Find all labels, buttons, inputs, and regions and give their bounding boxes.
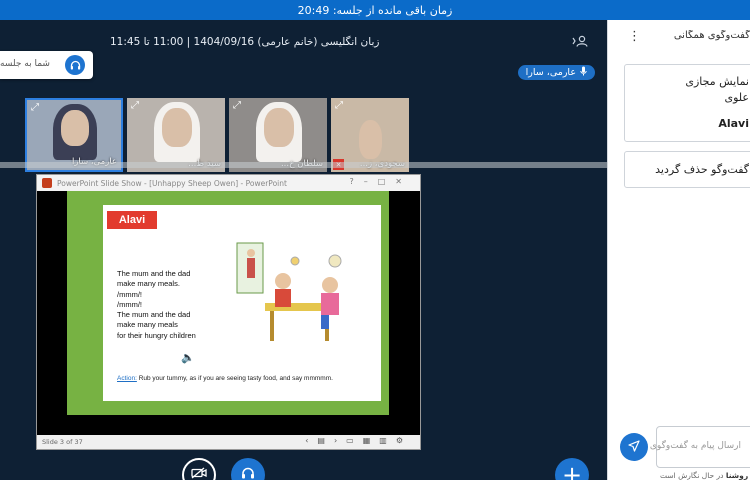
expand-icon[interactable]: ⤢ [131, 100, 139, 111]
slide-nav-controls[interactable]: ‹▤›▭▦▥⚙ [305, 436, 412, 445]
active-speaker-badge: عارمی، سارا [517, 65, 595, 80]
session-timer-text: زمان باقی مانده از جلسه: 20:49 [297, 3, 453, 17]
activity-label: Action: [117, 375, 137, 382]
chat-message: نمایش مجازی علوی Alavi [624, 64, 750, 142]
slide-border: Alavi The mum and the dad make many meal… [67, 191, 389, 415]
typing-text: در حال نگارش است [660, 471, 724, 480]
slide-counter: Slide 3 of 37 [42, 438, 83, 446]
participant-face [60, 109, 90, 147]
chat-message: گفت‌وگو حذف گردید [624, 151, 750, 188]
brand-logo: Alavi [107, 211, 157, 229]
send-icon [628, 439, 640, 455]
family-illustration [236, 242, 342, 341]
active-speaker-name: عارمی، سارا [525, 67, 576, 78]
session-title: زبان انگلیسی (خانم عارمی) 1404/09/16 | 1… [110, 36, 380, 48]
window-controls: ?–□✕ [349, 177, 412, 186]
typing-name: روشنا [725, 471, 749, 480]
slide-line: for their hungry children [117, 330, 196, 340]
slide-line: The mum and the dad [117, 310, 191, 320]
video-tile[interactable]: ⤢ سید ط... [127, 98, 225, 172]
video-tile[interactable]: ⤢ عارمی، سارا [25, 98, 123, 172]
message-line: Alavi [718, 117, 749, 130]
main-stage: زبان انگلیسی (خانم عارمی) 1404/09/16 | 1… [0, 20, 607, 480]
ppt-status-bar: Slide 3 of 37 ‹▤›▭▦▥⚙ [37, 435, 420, 449]
participant-face [359, 120, 383, 159]
slide-stage: Alavi The mum and the dad make many meal… [37, 191, 420, 435]
audio-button[interactable] [231, 458, 265, 480]
message-line: گفت‌وگو حذف گردید [655, 163, 749, 176]
send-button[interactable] [620, 433, 648, 461]
join-audio-toast[interactable]: شما به جلسه [0, 51, 93, 79]
session-timer-bar: زمان باقی مانده از جلسه: 20:49 [0, 0, 750, 20]
ppt-window-title: PowerPoint Slide Show - [Unhappy Sheep O… [57, 178, 287, 188]
message-line: علوی [724, 91, 750, 104]
actions-plus-button[interactable]: + [555, 458, 589, 480]
chat-panel: ⋮ گفت‌وگوی همگانی نمایش مجازی علوی Alavi… [607, 20, 750, 480]
headset-icon [241, 467, 255, 480]
expand-icon[interactable]: ⤢ [233, 100, 241, 111]
slide-text: The mum and the dad make many meals. /mm… [117, 269, 196, 341]
participant-face [162, 108, 192, 147]
slide-line: make many meals [117, 320, 178, 330]
participant-face [264, 108, 294, 147]
chat-input[interactable]: ارسال پیام به گفت‌وگوی [650, 426, 750, 468]
slide-line: /mmm/! [117, 289, 142, 299]
powerpoint-logo [42, 178, 52, 188]
camera-off-icon [191, 467, 207, 480]
video-tiles: ⤢ عارمی، سارا ⤢ سید ط... ⤢ سلطان خ... ⤢ … [25, 98, 409, 172]
expand-icon[interactable]: ⤢ [335, 100, 343, 111]
camera-toggle-button[interactable] [182, 458, 216, 480]
expand-icon[interactable]: ⤢ [31, 102, 39, 113]
slide-line: make many meals. [117, 279, 180, 289]
slide-line: The mum and the dad [117, 269, 191, 278]
user-icon[interactable] [572, 35, 588, 50]
slide-line: /mmm/! [117, 299, 142, 309]
slide-activity: Action: Rub your tummy, as if you are se… [117, 375, 333, 382]
shared-presentation: PowerPoint Slide Show - [Unhappy Sheep O… [36, 174, 421, 450]
chat-input-placeholder: ارسال پیام به گفت‌وگوی [649, 441, 741, 451]
video-tile[interactable]: ⤢ سلطان خ... [229, 98, 327, 172]
plus-icon: + [561, 461, 583, 480]
video-tile[interactable]: ⤢ ✕ سجودی، ز... [331, 98, 409, 172]
slide-content: Alavi The mum and the dad make many meal… [103, 205, 381, 401]
mic-icon [580, 66, 587, 79]
activity-text: Rub your tummy, as if you are seeing tas… [138, 375, 333, 382]
message-line: نمایش مجازی [685, 75, 749, 88]
sound-icon[interactable]: 🔈 [181, 351, 195, 364]
stage-divider [0, 162, 607, 168]
headset-icon[interactable] [65, 55, 85, 75]
chat-title: گفت‌وگوی همگانی [673, 30, 750, 41]
typing-indicator: روشنا در حال نگارش است [660, 471, 748, 480]
toast-text: شما به جلسه [0, 59, 50, 69]
ppt-title-bar: PowerPoint Slide Show - [Unhappy Sheep O… [37, 175, 420, 191]
